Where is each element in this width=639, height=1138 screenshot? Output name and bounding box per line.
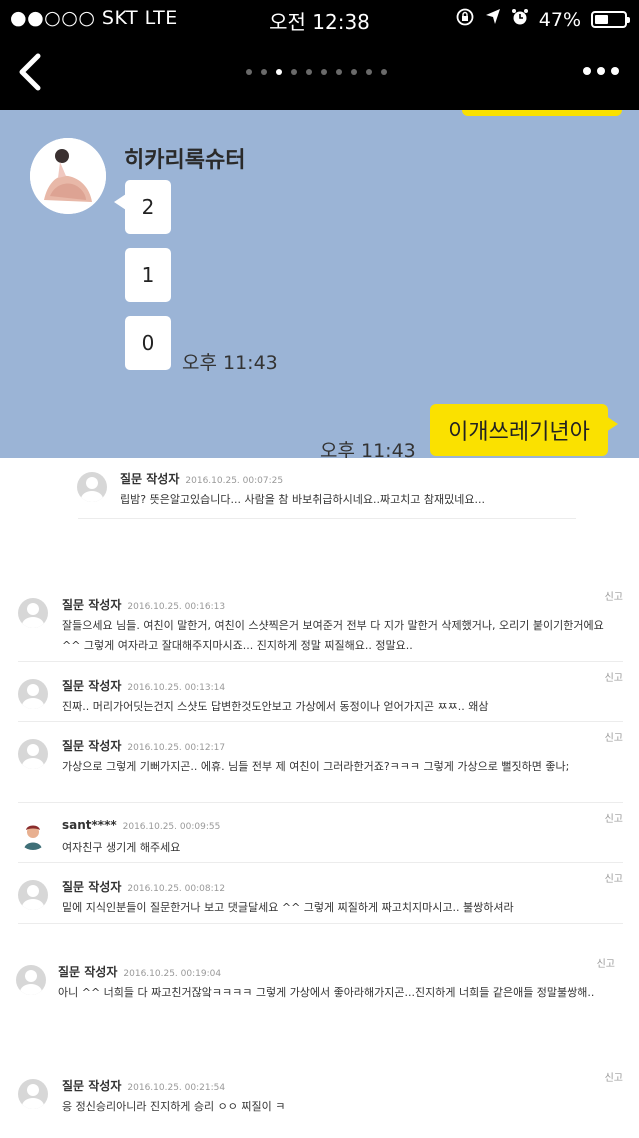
avatar xyxy=(18,820,48,850)
more-dot-icon xyxy=(583,67,591,75)
comment-header: 질문 작성자 2016.10.25. 00:08:12 xyxy=(62,878,225,895)
page-dot-icon xyxy=(351,69,357,75)
back-button[interactable] xyxy=(14,52,48,92)
chat-screenshot: 히카리록슈터 2 1 0 오후 11:43 오후 11:43 이개쓰레기년아 xyxy=(0,110,639,458)
comment-author: 질문 작성자 xyxy=(62,880,122,894)
battery-percent: 47% xyxy=(538,8,581,31)
report-button[interactable]: 신고 xyxy=(605,1069,623,1084)
page-dot-icon xyxy=(306,69,312,75)
battery-fill xyxy=(595,15,609,24)
comment-author: sant**** xyxy=(62,818,117,832)
divider xyxy=(18,721,623,722)
page-dot-icon xyxy=(381,69,387,75)
avatar xyxy=(18,679,48,709)
battery-icon xyxy=(591,11,630,28)
comment-date: 2016.10.25. 00:13:14 xyxy=(127,683,226,693)
divider xyxy=(18,923,623,924)
page-dot-icon xyxy=(321,69,327,75)
message-bubble: 0 xyxy=(125,316,171,370)
avatar xyxy=(18,739,48,769)
page-indicator xyxy=(246,69,387,75)
page-dot-icon xyxy=(261,69,267,75)
comment-text: 잘들으세요 님들. 여친이 말한거, 여친이 스샷찍은거 보여준거 전부 다 지… xyxy=(62,619,604,652)
page-dot-icon xyxy=(366,69,372,75)
comment-header: 질문 작성자 2016.10.25. 00:13:14 xyxy=(62,677,225,694)
status-bar: ●●○○○ SKT LTE 오전 12:38 47% xyxy=(0,0,639,36)
comment-header: 질문 작성자 2016.10.25. 00:07:25 xyxy=(120,470,283,487)
comment-author: 질문 작성자 xyxy=(120,472,180,486)
report-button[interactable]: 신고 xyxy=(597,955,615,970)
report-button[interactable]: 신고 xyxy=(605,588,623,603)
comment-author: 질문 작성자 xyxy=(62,679,122,693)
nav-bar xyxy=(0,36,639,110)
comment-date: 2016.10.25. 00:08:12 xyxy=(127,884,226,894)
report-button[interactable]: 신고 xyxy=(605,729,623,744)
message-time: 오후 11:43 xyxy=(182,352,278,374)
comment-header: 질문 작성자 2016.10.25. 00:19:04 xyxy=(58,963,221,980)
comment-text: 진짜.. 머리가어딧는건지 스샷도 답변한것도안보고 가상에서 동정이나 얻어가… xyxy=(62,700,489,713)
report-button[interactable]: 신고 xyxy=(605,669,623,684)
comment-text: 립밤? 뜻은알고있습니다... 사람을 참 바보취급하시네요..짜고치고 참재밌… xyxy=(120,493,486,506)
comment-text: 아니 ^^ 너희들 다 짜고친거잖앜ㅋㅋㅋㅋ 그렇게 가상에서 좋아라해가지곤.… xyxy=(58,986,595,999)
avatar xyxy=(18,880,48,910)
comment-header: 질문 작성자 2016.10.25. 00:21:54 xyxy=(62,1077,225,1094)
comment-author: 질문 작성자 xyxy=(62,1079,122,1093)
page-dot-icon xyxy=(291,69,297,75)
comment-text: 여자친구 생기게 해주세요 xyxy=(62,841,181,854)
more-options-button[interactable] xyxy=(583,67,619,75)
comment-author: 질문 작성자 xyxy=(62,739,122,753)
comment-author: 질문 작성자 xyxy=(62,598,122,612)
location-icon xyxy=(485,8,501,31)
comment-date: 2016.10.25. 00:09:55 xyxy=(122,822,221,832)
message-bubble: 1 xyxy=(125,248,171,302)
cropped-message-bubble xyxy=(462,110,622,116)
avatar xyxy=(77,472,107,502)
sender-name: 히카리록슈터 xyxy=(124,148,246,173)
divider xyxy=(18,661,623,662)
more-dot-icon xyxy=(597,67,605,75)
alarm-icon xyxy=(511,8,529,31)
message-bubble: 2 xyxy=(125,180,171,234)
comment-header: 질문 작성자 2016.10.25. 00:12:17 xyxy=(62,737,225,754)
avatar xyxy=(18,1079,48,1109)
avatar xyxy=(16,965,46,995)
sender-avatar xyxy=(30,138,106,214)
rotation-lock-icon xyxy=(455,7,475,32)
page-dot-icon xyxy=(336,69,342,75)
comment-header: 질문 작성자 2016.10.25. 00:16:13 xyxy=(62,596,225,613)
chevron-left-icon xyxy=(19,53,41,91)
comment-date: 2016.10.25. 00:21:54 xyxy=(127,1083,226,1093)
avatar xyxy=(18,598,48,628)
comment-date: 2016.10.25. 00:12:17 xyxy=(127,743,226,753)
bubble-tail xyxy=(606,416,618,432)
divider xyxy=(78,518,576,519)
sent-time: 오후 11:43 xyxy=(320,440,416,458)
page-dot-icon xyxy=(246,69,252,75)
comment-header: sant**** 2016.10.25. 00:09:55 xyxy=(62,818,220,832)
sent-message-bubble: 이개쓰레기년아 xyxy=(430,404,608,456)
report-button[interactable]: 신고 xyxy=(605,810,623,825)
comment-date: 2016.10.25. 00:07:25 xyxy=(185,476,284,486)
more-dot-icon xyxy=(611,67,619,75)
page-dot-icon xyxy=(276,69,282,75)
comment-author: 질문 작성자 xyxy=(58,965,118,979)
comment-date: 2016.10.25. 00:19:04 xyxy=(123,969,222,979)
report-button[interactable]: 신고 xyxy=(605,870,623,885)
comment-text: 밑에 지식인분들이 질문한거나 보고 댓글달세요 ^^ 그렇게 찌질하게 짜고치… xyxy=(62,901,514,914)
divider xyxy=(18,802,623,803)
comment-date: 2016.10.25. 00:16:13 xyxy=(127,602,226,612)
divider xyxy=(18,862,623,863)
comment-text: 가상으로 그렇게 기뻐가지곤.. 에휴. 님들 전부 제 여친이 그러라한거죠?… xyxy=(62,760,570,773)
comment-text: 응 정신승리아니라 진지하게 승리 ㅇㅇ 찌질이 ㅋ xyxy=(62,1100,286,1113)
